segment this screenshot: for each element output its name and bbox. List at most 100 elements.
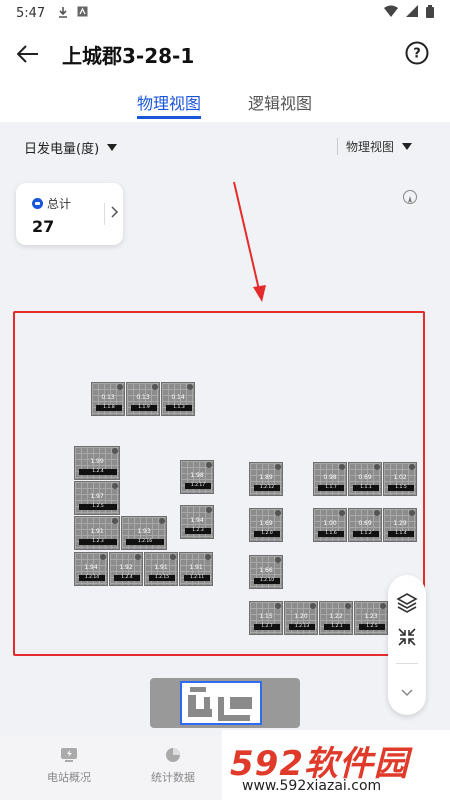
panel-id: 1.2.5 — [79, 504, 117, 510]
caret-down-icon — [107, 144, 118, 151]
site-watermark: 592软件园 www.592xiazai.com — [222, 730, 450, 800]
status-dot — [159, 518, 165, 524]
panel-id: 1.1.5 — [388, 485, 414, 491]
solar-panel[interactable]: 0.13 1.1.8 — [91, 382, 125, 416]
svg-text:?: ? — [413, 47, 421, 62]
solar-panel[interactable]: 1.94 1.2.3 — [180, 505, 214, 539]
panel-value: 0.98 — [323, 474, 337, 481]
solar-panel[interactable]: 0.13 1.1.9 — [126, 382, 160, 416]
view-dropdown[interactable]: 物理视图 — [336, 138, 412, 155]
panel-id: 1.1.9 — [131, 405, 157, 411]
panel-value: 0.69 — [358, 520, 372, 527]
wifi-icon — [384, 5, 398, 21]
solar-panel[interactable]: 1.93 1.2.16 — [121, 516, 167, 550]
panel-id: 1.1.2 — [353, 531, 379, 537]
back-button[interactable] — [0, 26, 56, 82]
panel-id: 1.2.13 — [289, 624, 315, 630]
solar-panel[interactable]: 1.15 1.2.7 — [249, 601, 283, 635]
panel-id: 1.2.3 — [79, 539, 117, 545]
compass-icon[interactable] — [403, 190, 417, 204]
minimap-block — [204, 697, 210, 709]
minimap-viewport[interactable] — [180, 681, 262, 725]
solar-panel[interactable]: 1.94 1.2.14 — [74, 552, 108, 586]
solar-panel[interactable]: 1.91 1.2.11 — [179, 552, 213, 586]
tab-logical-view[interactable]: 逻辑视图 — [248, 90, 312, 114]
solar-panel[interactable]: 1.91 1.2.15 — [144, 552, 178, 586]
nav-item-station-overview[interactable]: 电站概况 — [24, 747, 114, 785]
status-dot — [152, 384, 158, 390]
pie-chart-icon — [163, 747, 183, 763]
panel-value: 1.89 — [259, 474, 273, 481]
solar-panel[interactable]: 1.20 1.2.13 — [284, 601, 318, 635]
status-dot — [409, 464, 415, 470]
help-button[interactable]: ? — [404, 40, 430, 66]
status-dot — [275, 464, 281, 470]
panel-value: 1.00 — [323, 520, 337, 527]
page-title: 上城郡3-28-1 — [62, 43, 195, 68]
solar-panel[interactable]: 1.00 1.1.6 — [313, 508, 347, 542]
status-dot — [374, 510, 380, 516]
panel-id: 1.1.6 — [318, 531, 344, 537]
panel-value: 1.92 — [119, 564, 133, 571]
solar-panel[interactable]: 1.23 1.2.5 — [354, 601, 388, 635]
status-dot — [112, 518, 118, 524]
solar-panel[interactable]: 1.69 1.2.0 — [249, 508, 283, 542]
status-dot — [409, 510, 415, 516]
panel-value: 0.13 — [101, 394, 115, 401]
solar-panel[interactable]: 1.66 1.2.10 — [249, 555, 283, 589]
solar-panel[interactable]: 1.89 1.2.12 — [249, 462, 283, 496]
tab-physical-view[interactable]: 物理视图 — [137, 90, 201, 114]
panel-value: 1.99 — [90, 458, 104, 465]
solar-panel[interactable]: 1.22 1.2.1 — [319, 601, 353, 635]
layers-button[interactable] — [395, 591, 419, 615]
collapse-icon — [398, 628, 416, 646]
nav-item-statistics[interactable]: 统计数据 — [128, 747, 218, 785]
panel-id: 1.2.0 — [254, 531, 280, 537]
solar-panel[interactable]: 1.97 1.2.5 — [74, 481, 120, 515]
solar-panel[interactable]: 0.69 1.1.1 — [348, 462, 382, 496]
panel-id: 1.2.3 — [185, 528, 211, 534]
solar-panel[interactable]: 0.98 1.1.7 — [313, 462, 347, 496]
panel-value: 1.69 — [259, 520, 273, 527]
panel-value: 0.14 — [171, 394, 185, 401]
collapse-button[interactable] — [395, 625, 419, 649]
station-icon — [59, 747, 79, 763]
solar-panel[interactable]: 0.14 1.1.3 — [161, 382, 195, 416]
panel-value: 1.23 — [364, 613, 378, 620]
panel-value: 1.94 — [190, 517, 204, 524]
total-summary-card[interactable]: 总计 27 — [16, 183, 123, 245]
solar-panel[interactable]: 1.92 1.2.4 — [109, 552, 143, 586]
solar-panel[interactable]: 1.98 1.2.17 — [180, 460, 214, 494]
solar-panel[interactable]: 1.91 1.2.3 — [74, 516, 120, 550]
status-dot — [206, 507, 212, 513]
metric-dropdown-label: 日发电量(度) — [24, 142, 100, 157]
chevron-down-icon — [401, 689, 413, 697]
caret-down-icon — [402, 143, 412, 150]
panel-id: 1.2.4 — [114, 575, 140, 581]
help-icon: ? — [405, 41, 429, 65]
solar-panel[interactable]: 1.02 1.1.5 — [383, 462, 417, 496]
tab-indicator — [137, 116, 201, 119]
view-dropdown-label: 物理视图 — [345, 140, 394, 154]
arrow-left-icon — [17, 45, 38, 63]
panel-value: 1.91 — [90, 528, 104, 535]
minimap[interactable] — [150, 678, 300, 728]
panel-value: 1.02 — [393, 474, 407, 481]
panel-id: 1.2.1 — [324, 624, 350, 630]
total-value: 27 — [32, 217, 55, 236]
metric-dropdown[interactable]: 日发电量(度) — [24, 138, 118, 157]
panel-id: 1.2.5 — [359, 624, 385, 630]
solar-panel[interactable]: 0.69 1.1.2 — [348, 508, 382, 542]
solar-panel[interactable]: 1.99 1.2.4 — [74, 446, 120, 480]
panel-id: 1.1.8 — [96, 405, 122, 411]
download-icon — [57, 6, 69, 21]
expand-toggle-button[interactable] — [395, 681, 419, 705]
status-dot — [339, 464, 345, 470]
solar-panel[interactable]: 1.29 1.1.4 — [383, 508, 417, 542]
status-dot — [275, 557, 281, 563]
layers-icon — [396, 593, 418, 613]
status-bar: 5:47 — [0, 0, 450, 26]
panel-value: 1.98 — [190, 472, 204, 479]
panel-id: 1.2.17 — [185, 483, 211, 489]
panel-id: 1.1.3 — [166, 405, 192, 411]
